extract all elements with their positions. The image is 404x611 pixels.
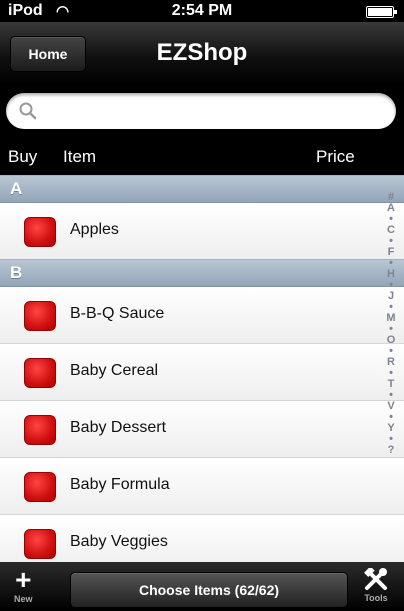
tools-button[interactable]: Tools bbox=[356, 568, 396, 603]
search-input[interactable] bbox=[6, 93, 396, 129]
list-item[interactable]: Baby Cereal bbox=[0, 344, 404, 401]
column-headers: Buy Item Price bbox=[0, 137, 404, 175]
list-item[interactable]: B-B-Q Sauce bbox=[0, 287, 404, 344]
buy-checkbox[interactable] bbox=[24, 529, 56, 559]
battery-icon bbox=[366, 6, 397, 18]
column-item: Item bbox=[63, 147, 97, 166]
plus-icon: + bbox=[15, 564, 32, 595]
item-name: Baby Formula bbox=[70, 476, 170, 493]
section-header-b: B bbox=[0, 259, 404, 287]
index-entry[interactable]: ? bbox=[384, 445, 398, 456]
list-item[interactable]: Apples bbox=[0, 203, 404, 260]
item-name: Baby Dessert bbox=[70, 419, 167, 436]
tools-icon bbox=[364, 568, 387, 590]
buy-checkbox[interactable] bbox=[24, 301, 56, 331]
section-letter: B bbox=[10, 263, 23, 282]
section-header-a: A bbox=[0, 175, 404, 203]
buy-checkbox[interactable] bbox=[24, 472, 56, 502]
section-letter: A bbox=[10, 179, 23, 198]
navigation-bar: Home EZShop bbox=[0, 22, 404, 85]
bottom-toolbar: + New Choose Items (62/62) Tools bbox=[0, 562, 404, 611]
page-title: EZShop bbox=[156, 39, 248, 66]
item-list[interactable]: A Apples B B-B-Q Sauce Baby Cereal Baby … bbox=[0, 175, 404, 562]
list-item[interactable]: Baby Formula bbox=[0, 458, 404, 515]
column-price: Price bbox=[316, 147, 355, 166]
new-button[interactable]: + New bbox=[14, 564, 33, 605]
status-time: 2:54 PM bbox=[171, 2, 233, 19]
item-name: Apples bbox=[70, 221, 119, 238]
search-icon bbox=[19, 102, 37, 120]
new-label: New bbox=[14, 594, 33, 604]
item-name: B-B-Q Sauce bbox=[70, 305, 165, 322]
item-name: Baby Cereal bbox=[70, 362, 159, 379]
choose-items-button[interactable]: Choose Items (62/62) bbox=[70, 572, 348, 608]
column-buy: Buy bbox=[8, 147, 38, 166]
search-bar bbox=[0, 85, 404, 137]
item-name: Baby Veggies bbox=[70, 533, 168, 550]
buy-checkbox[interactable] bbox=[24, 415, 56, 445]
list-item[interactable]: Baby Dessert bbox=[0, 401, 404, 458]
buy-checkbox[interactable] bbox=[24, 358, 56, 388]
tools-label: Tools bbox=[364, 593, 388, 603]
status-bar: iPod ◠ 2:54 PM bbox=[0, 0, 404, 22]
list-item[interactable]: Baby Veggies bbox=[0, 515, 404, 562]
buy-checkbox[interactable] bbox=[24, 217, 56, 247]
section-index[interactable]: # A • C • F • H • J • M • O • R • T • V … bbox=[384, 192, 398, 456]
